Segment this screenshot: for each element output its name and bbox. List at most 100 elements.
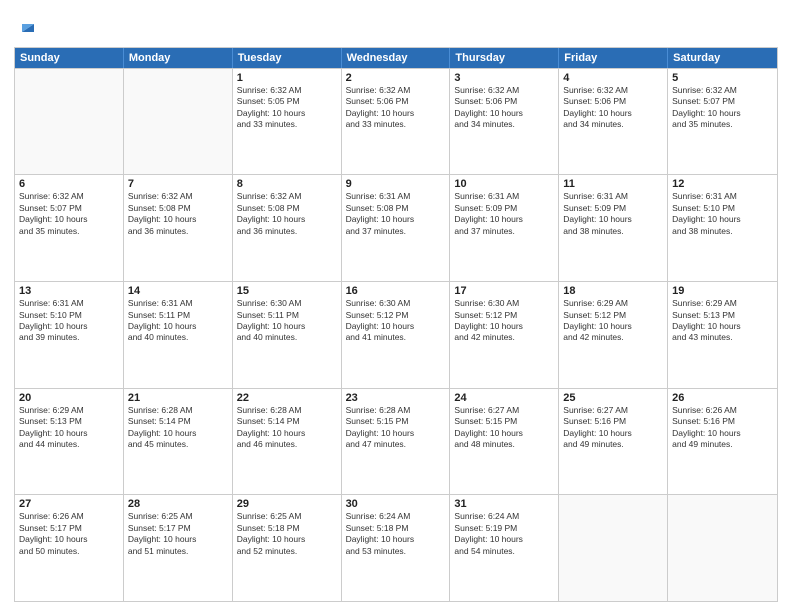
cell-line: Sunset: 5:08 PM bbox=[346, 203, 446, 214]
week-row-1: 1 Sunrise: 6:32 AM Sunset: 5:05 PM Daylight… bbox=[15, 68, 777, 175]
cell-line: Sunrise: 6:25 AM bbox=[237, 511, 337, 522]
day-number: 13 bbox=[19, 285, 119, 297]
cell-line: Sunset: 5:09 PM bbox=[563, 203, 663, 214]
day-number: 8 bbox=[237, 178, 337, 190]
cell-line: Sunset: 5:12 PM bbox=[346, 310, 446, 321]
calendar: SundayMondayTuesdayWednesdayThursdayFrid… bbox=[14, 47, 778, 602]
cell-line: Sunrise: 6:27 AM bbox=[563, 405, 663, 416]
cell-line: Sunset: 5:17 PM bbox=[19, 523, 119, 534]
cell-line: and 35 minutes. bbox=[19, 226, 119, 237]
logo-text bbox=[14, 14, 38, 41]
cell-line: and 48 minutes. bbox=[454, 439, 554, 450]
day-cell-9: 9Sunrise: 6:31 AMSunset: 5:08 PMDaylight… bbox=[342, 175, 451, 281]
cell-line: Sunrise: 6:30 AM bbox=[346, 298, 446, 309]
cell-line: Sunrise: 6:32 AM bbox=[346, 85, 446, 96]
cell-line: and 42 minutes. bbox=[454, 332, 554, 343]
day-cell-8: 8Sunrise: 6:32 AMSunset: 5:08 PMDaylight… bbox=[233, 175, 342, 281]
cell-line: Sunrise: 6:32 AM bbox=[128, 191, 228, 202]
empty-cell bbox=[124, 69, 233, 175]
day-cell-4: 4Sunrise: 6:32 AMSunset: 5:06 PMDaylight… bbox=[559, 69, 668, 175]
cell-line: Sunrise: 6:31 AM bbox=[454, 191, 554, 202]
cell-line: Daylight: 10 hours bbox=[346, 428, 446, 439]
day-cell-5: 5Sunrise: 6:32 AMSunset: 5:07 PMDaylight… bbox=[668, 69, 777, 175]
day-cell-2: 2Sunrise: 6:32 AMSunset: 5:06 PMDaylight… bbox=[342, 69, 451, 175]
day-number: 26 bbox=[672, 392, 773, 404]
day-cell-14: 14Sunrise: 6:31 AMSunset: 5:11 PMDayligh… bbox=[124, 282, 233, 388]
day-number: 11 bbox=[563, 178, 663, 190]
cell-line: Sunrise: 6:31 AM bbox=[563, 191, 663, 202]
day-number: 1 bbox=[237, 72, 337, 84]
cell-line: and 51 minutes. bbox=[128, 546, 228, 557]
cell-line: Daylight: 10 hours bbox=[346, 534, 446, 545]
day-number: 15 bbox=[237, 285, 337, 297]
cell-line: Daylight: 10 hours bbox=[346, 321, 446, 332]
day-cell-27: 27Sunrise: 6:26 AMSunset: 5:17 PMDayligh… bbox=[15, 495, 124, 601]
cell-line: and 46 minutes. bbox=[237, 439, 337, 450]
cell-line: Sunrise: 6:29 AM bbox=[19, 405, 119, 416]
cell-line: and 52 minutes. bbox=[237, 546, 337, 557]
cell-line: Sunset: 5:11 PM bbox=[237, 310, 337, 321]
logo-icon bbox=[16, 14, 38, 36]
day-number: 23 bbox=[346, 392, 446, 404]
day-number: 2 bbox=[346, 72, 446, 84]
cell-line: Sunrise: 6:26 AM bbox=[672, 405, 773, 416]
cell-line: and 38 minutes. bbox=[672, 226, 773, 237]
day-number: 3 bbox=[454, 72, 554, 84]
cell-line: Sunrise: 6:29 AM bbox=[563, 298, 663, 309]
cell-line: Sunset: 5:13 PM bbox=[672, 310, 773, 321]
cell-line: Sunset: 5:15 PM bbox=[346, 416, 446, 427]
day-number: 10 bbox=[454, 178, 554, 190]
day-number: 7 bbox=[128, 178, 228, 190]
day-cell-17: 17Sunrise: 6:30 AMSunset: 5:12 PMDayligh… bbox=[450, 282, 559, 388]
cell-line: Sunset: 5:09 PM bbox=[454, 203, 554, 214]
day-cell-15: 15Sunrise: 6:30 AMSunset: 5:11 PMDayligh… bbox=[233, 282, 342, 388]
cell-line: Sunset: 5:07 PM bbox=[19, 203, 119, 214]
day-cell-10: 10Sunrise: 6:31 AMSunset: 5:09 PMDayligh… bbox=[450, 175, 559, 281]
page: SundayMondayTuesdayWednesdayThursdayFrid… bbox=[0, 0, 792, 612]
cell-line: Daylight: 10 hours bbox=[454, 534, 554, 545]
day-cell-20: 20Sunrise: 6:29 AMSunset: 5:13 PMDayligh… bbox=[15, 389, 124, 495]
cell-line: Sunrise: 6:29 AM bbox=[672, 298, 773, 309]
cell-line: Sunrise: 6:31 AM bbox=[19, 298, 119, 309]
day-cell-31: 31Sunrise: 6:24 AMSunset: 5:19 PMDayligh… bbox=[450, 495, 559, 601]
day-number: 24 bbox=[454, 392, 554, 404]
cell-line: Daylight: 10 hours bbox=[672, 428, 773, 439]
header-cell-wednesday: Wednesday bbox=[342, 48, 451, 68]
cell-line: and 37 minutes. bbox=[454, 226, 554, 237]
empty-cell bbox=[668, 495, 777, 601]
cell-line: Daylight: 10 hours bbox=[346, 214, 446, 225]
cell-line: Daylight: 10 hours bbox=[563, 214, 663, 225]
cell-line: Sunset: 5:05 PM bbox=[237, 96, 337, 107]
day-number: 17 bbox=[454, 285, 554, 297]
cell-line: Sunrise: 6:28 AM bbox=[346, 405, 446, 416]
day-cell-29: 29Sunrise: 6:25 AMSunset: 5:18 PMDayligh… bbox=[233, 495, 342, 601]
cell-line: Sunrise: 6:26 AM bbox=[19, 511, 119, 522]
cell-line: Daylight: 10 hours bbox=[128, 428, 228, 439]
cell-line: Daylight: 10 hours bbox=[346, 108, 446, 119]
cell-line: Sunset: 5:07 PM bbox=[672, 96, 773, 107]
cell-line: Sunset: 5:06 PM bbox=[563, 96, 663, 107]
cell-line: Daylight: 10 hours bbox=[237, 214, 337, 225]
day-number: 18 bbox=[563, 285, 663, 297]
week-row-4: 20Sunrise: 6:29 AMSunset: 5:13 PMDayligh… bbox=[15, 388, 777, 495]
cell-line: Sunrise: 6:32 AM bbox=[19, 191, 119, 202]
cell-line: Sunset: 5:17 PM bbox=[128, 523, 228, 534]
day-cell-11: 11Sunrise: 6:31 AMSunset: 5:09 PMDayligh… bbox=[559, 175, 668, 281]
cell-line: Daylight: 10 hours bbox=[454, 428, 554, 439]
cell-line: Sunset: 5:10 PM bbox=[672, 203, 773, 214]
cell-line: Daylight: 10 hours bbox=[672, 214, 773, 225]
cell-line: Sunrise: 6:30 AM bbox=[237, 298, 337, 309]
day-cell-23: 23Sunrise: 6:28 AMSunset: 5:15 PMDayligh… bbox=[342, 389, 451, 495]
cell-line: and 42 minutes. bbox=[563, 332, 663, 343]
day-number: 28 bbox=[128, 498, 228, 510]
day-cell-30: 30Sunrise: 6:24 AMSunset: 5:18 PMDayligh… bbox=[342, 495, 451, 601]
cell-line: Sunset: 5:10 PM bbox=[19, 310, 119, 321]
cell-line: and 34 minutes. bbox=[563, 119, 663, 130]
day-cell-6: 6Sunrise: 6:32 AMSunset: 5:07 PMDaylight… bbox=[15, 175, 124, 281]
cell-line: and 49 minutes. bbox=[563, 439, 663, 450]
cell-line: Daylight: 10 hours bbox=[563, 321, 663, 332]
cell-line: Sunrise: 6:31 AM bbox=[346, 191, 446, 202]
header-cell-monday: Monday bbox=[124, 48, 233, 68]
cell-line: Sunset: 5:14 PM bbox=[237, 416, 337, 427]
cell-line: and 50 minutes. bbox=[19, 546, 119, 557]
